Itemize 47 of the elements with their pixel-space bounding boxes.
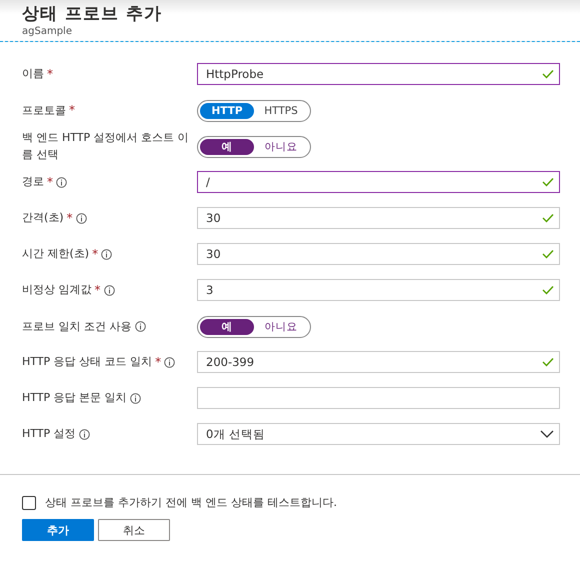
info-icon[interactable]	[56, 176, 67, 188]
required-asterisk: *	[66, 210, 73, 227]
toggle-option[interactable]: 예	[200, 318, 254, 334]
required-asterisk: *	[94, 282, 100, 299]
required-asterisk: *	[47, 66, 53, 83]
field-label: 프로브 일치 조건 사용	[22, 318, 132, 334]
required-asterisk: *	[47, 174, 53, 191]
text-field[interactable]: 30	[197, 243, 560, 265]
field-label: 프로토콜	[22, 102, 66, 118]
field-label: 시간 제한(초)	[22, 246, 90, 262]
info-icon[interactable]	[76, 212, 87, 224]
panel-subtitle: agSample	[22, 25, 73, 38]
add-button[interactable]: 추가	[22, 519, 94, 541]
text-field[interactable]	[197, 387, 560, 409]
checkbox-label: 상태 프로브를 추가하기 전에 백 엔드 상태를 테스트합니다.	[45, 495, 337, 510]
info-icon[interactable]	[134, 320, 146, 332]
toggle-option[interactable]: 아니요	[254, 138, 308, 154]
required-asterisk: *	[69, 102, 75, 119]
field-label: 백 엔드 HTTP 설정에서 호스트 이름 선택	[22, 130, 190, 163]
required-asterisk: *	[155, 354, 162, 371]
field-label: 이름	[22, 66, 44, 82]
field-label: HTTP 설정	[22, 426, 76, 442]
text-field[interactable]: 30	[197, 207, 560, 229]
chevron-down-icon	[540, 430, 554, 438]
info-icon[interactable]	[78, 428, 90, 440]
dropdown-field[interactable]: 0개 선택됨	[197, 423, 560, 445]
info-icon[interactable]	[104, 284, 114, 296]
info-icon[interactable]	[164, 356, 176, 368]
toggle-option[interactable]: HTTP	[200, 102, 254, 118]
info-icon[interactable]	[130, 392, 141, 404]
field-label: HTTP 응답 본문 일치	[22, 390, 127, 406]
cancel-button[interactable]: 취소	[98, 519, 170, 541]
info-icon[interactable]	[101, 248, 112, 260]
field-label: 간격(초)	[22, 210, 64, 226]
text-field[interactable]: 3	[197, 279, 560, 301]
required-asterisk: *	[92, 246, 98, 263]
text-field[interactable]: /	[197, 171, 560, 193]
checkbox[interactable]	[22, 496, 36, 510]
text-field[interactable]: 200-399	[197, 351, 560, 373]
field-label: HTTP 응답 상태 코드 일치	[22, 354, 152, 370]
field-label: 비정상 임계값	[22, 282, 92, 298]
text-field[interactable]: HttpProbe	[197, 63, 560, 85]
field-label: 경로	[22, 174, 44, 190]
toggle-option[interactable]: 아니요	[254, 318, 308, 334]
toggle-option[interactable]: HTTPS	[254, 102, 308, 118]
toggle-option[interactable]: 예	[200, 138, 254, 154]
panel-title: 상태 프로브 추가	[22, 3, 163, 25]
